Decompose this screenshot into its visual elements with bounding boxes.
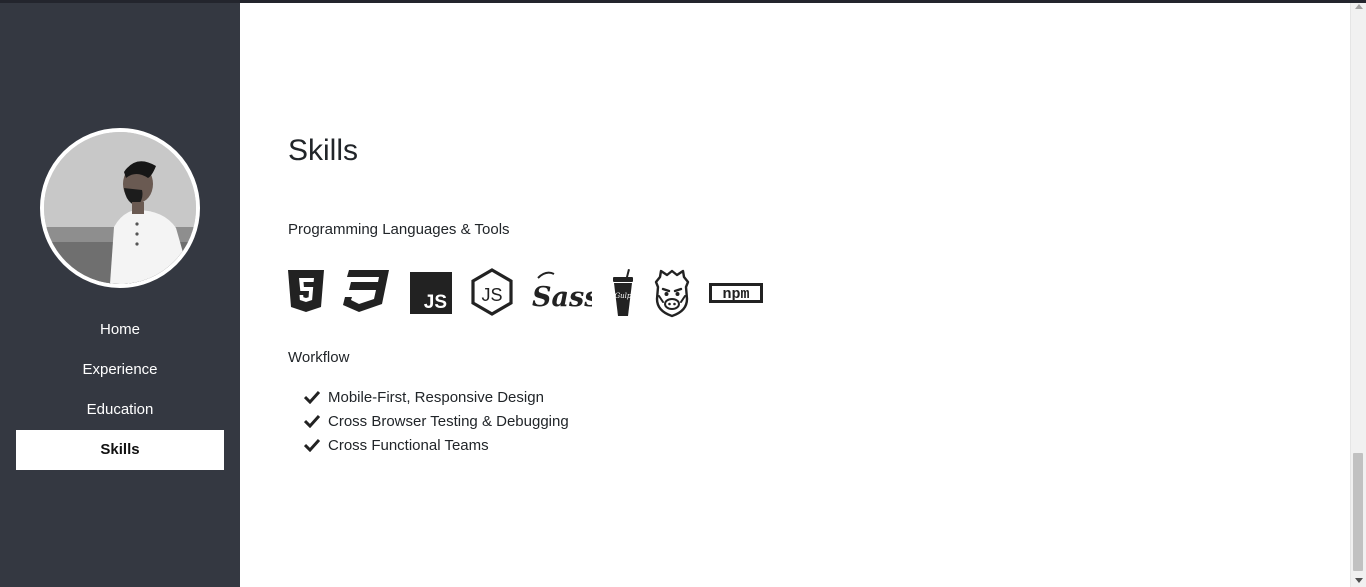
nav-education[interactable]: Education [16, 390, 224, 430]
skills-section: Skills Programming Languages & Tools JS … [288, 0, 1348, 587]
workflow-item-text: Mobile-First, Responsive Design [328, 389, 544, 406]
sass-icon-label: Sass [532, 282, 592, 313]
scrollbar-thumb[interactable] [1353, 453, 1363, 571]
javascript-icon: JS [410, 272, 452, 314]
sidebar: Home Experience Education Skills [0, 0, 240, 587]
gulp-icon-label: Gulp [615, 292, 632, 300]
profile-avatar [40, 128, 200, 288]
window-top-border [0, 0, 1366, 3]
vertical-scrollbar[interactable] [1350, 0, 1366, 587]
list-item: Mobile-First, Responsive Design [304, 388, 569, 412]
javascript-icon-label: JS [424, 292, 447, 313]
list-item: Cross Functional Teams [304, 436, 569, 460]
workflow-heading: Workflow [288, 349, 350, 366]
css3-icon [343, 270, 389, 312]
nav-experience[interactable]: Experience [16, 350, 224, 390]
main-navigation: Home Experience Education Skills [16, 310, 224, 470]
check-icon [304, 390, 320, 404]
section-title: Skills [288, 134, 359, 167]
nodejs-icon-label: JS [481, 285, 502, 305]
grunt-icon [654, 269, 690, 318]
workflow-item-text: Cross Functional Teams [328, 437, 489, 454]
check-icon [304, 438, 320, 452]
workflow-item-text: Cross Browser Testing & Debugging [328, 413, 569, 430]
tools-heading: Programming Languages & Tools [288, 221, 510, 238]
sass-icon: Sass [532, 271, 592, 313]
nodejs-icon: JS [471, 268, 513, 316]
nav-home[interactable]: Home [16, 310, 224, 350]
scroll-up-arrow-icon[interactable] [1355, 4, 1363, 9]
workflow-list: Mobile-First, Responsive Design Cross Br… [304, 388, 569, 460]
gulp-icon: Gulp [613, 269, 633, 316]
check-icon [304, 414, 320, 428]
list-item: Cross Browser Testing & Debugging [304, 412, 569, 436]
nav-skills[interactable]: Skills [16, 430, 224, 470]
scroll-down-arrow-icon[interactable] [1355, 578, 1363, 583]
html5-icon [288, 270, 324, 312]
npm-icon: npm [709, 283, 763, 303]
npm-icon-label: npm [722, 286, 749, 303]
